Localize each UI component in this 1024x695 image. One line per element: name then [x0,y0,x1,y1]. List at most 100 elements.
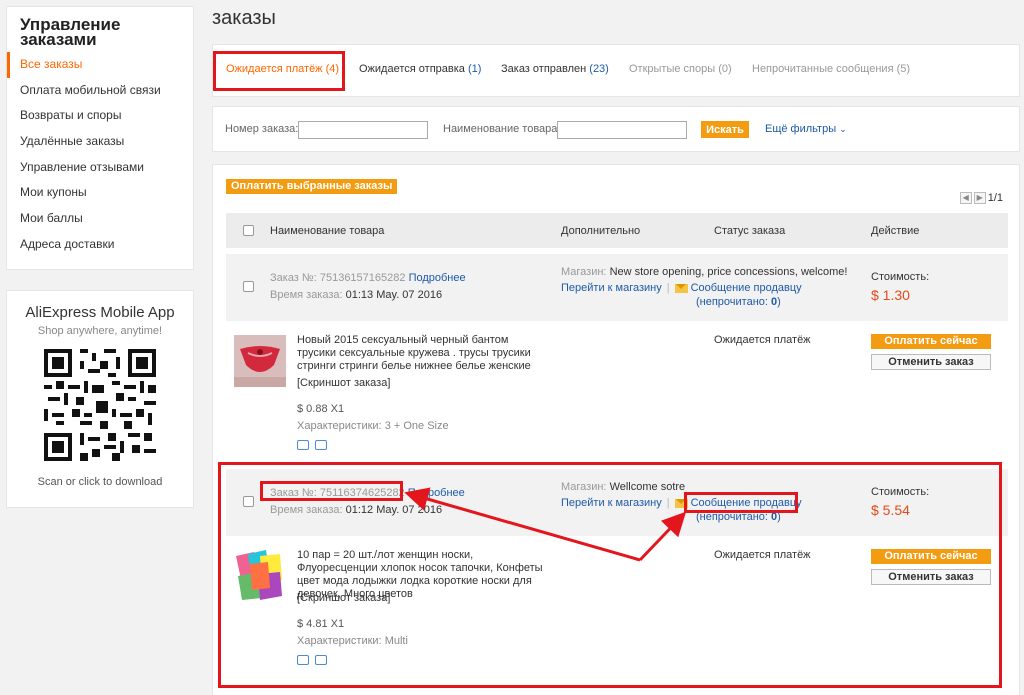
prev-page-icon[interactable]: ◀ [959,192,972,204]
pay-now-button[interactable]: Оплатить сейчас [871,549,991,564]
product-icons [297,655,327,665]
column-product: Наименование товара [270,225,385,237]
sidebar-item-all-orders[interactable]: Все заказы [7,52,193,78]
product-title[interactable]: Новый 2015 сексуальный черный бантом тру… [297,334,547,373]
tab-shipped[interactable]: Заказ отправлен (23) [501,63,609,75]
tab-count: (5) [896,63,911,75]
order-details-link[interactable]: Подробнее [409,272,466,284]
product-characteristics: Характеристики: Multi [297,635,408,647]
sidebar: Управление заказами Все заказы Оплата мо… [6,6,194,270]
sidebar-item-deleted-orders[interactable]: Удалённые заказы [7,129,193,155]
unread-prefix: (непрочитано: [696,296,768,308]
page-indicator: 1/1 [987,192,1003,204]
product-characteristics: Характеристики: 3 + One Size [297,420,449,432]
order-details-link[interactable]: Подробнее [408,487,465,499]
order-checkbox[interactable] [243,281,254,292]
pay-now-button[interactable]: Оплатить сейчас [871,334,991,349]
order-cost: $ 5.54 [871,502,910,518]
order-time: 01:12 May. 07 2016 [345,504,443,516]
next-page-icon[interactable]: ▶ [973,192,986,204]
order-time-line: Время заказа: 01:13 May. 07 2016 [270,289,442,301]
tab-label: Непрочитанные сообщения [752,63,894,75]
sidebar-item-reviews[interactable]: Управление отзывами [7,155,193,181]
go-to-store-link[interactable]: Перейти к магазину [561,282,662,294]
sidebar-title: Управление заказами [7,7,193,52]
order-cost: $ 1.30 [871,287,910,303]
orders-panel: Оплатить выбранные заказы ◀ ▶ 1/1 Наимен… [212,164,1020,695]
order-checkbox[interactable] [243,496,254,507]
sidebar-title-line2: заказами [20,30,97,49]
product-image[interactable] [234,550,286,602]
tab-count: (23) [589,63,609,75]
product-name-input[interactable] [557,121,687,139]
app-title: AliExpress Mobile App [25,304,175,321]
unread-prefix: (непрочитано: [696,511,768,523]
tab-count: (0) [718,63,732,75]
more-filters-link[interactable]: Ещё фильтры ⌄ [765,123,847,135]
tab-unread-messages[interactable]: Непрочитанные сообщения (5) [752,63,910,75]
order-number: 75136157165282 [319,272,406,284]
tab-awaiting-payment[interactable]: Ожидается платёж (4) [226,63,339,75]
order-label: Заказ №: [270,272,317,284]
store-line: Магазин: New store opening, price conces… [561,266,847,278]
order-time-label: Время заказа: [270,289,343,301]
qr-code-icon[interactable] [44,349,156,461]
chars-value: Multi [384,635,408,647]
order-screenshot-link[interactable]: [Скриншот заказа] [297,377,390,389]
sidebar-item-addresses[interactable]: Адреса доставки [7,232,193,258]
sidebar-item-returns-disputes[interactable]: Возвраты и споры [7,103,193,129]
store-name: New store opening, price concessions, we… [609,266,848,278]
unread-suffix: ) [777,511,781,523]
order-item: Новый 2015 сексуальный черный бантом тру… [226,321,1008,463]
store-label: Магазин: [561,266,607,278]
tab-label: Открытые споры [629,63,716,75]
order-status: Ожидается платёж [714,549,811,561]
sidebar-menu: Все заказы Оплата мобильной связи Возвра… [7,52,193,258]
message-seller-link[interactable]: Сообщение продавцу [691,282,802,294]
sidebar-item-points[interactable]: Мои баллы [7,206,193,232]
sidebar-item-mobile-payment[interactable]: Оплата мобильной связи [7,78,193,104]
separator: | [666,497,670,509]
message-seller-link[interactable]: Сообщение продавцу [691,497,802,509]
order-time: 01:13 May. 07 2016 [345,289,443,301]
tab-awaiting-shipment[interactable]: Ожидается отправка (1) [359,63,481,75]
more-filters-label: Ещё фильтры [765,123,837,135]
product-price: $ 4.81 X1 [297,618,345,630]
tab-label: Ожидается платёж [226,63,323,75]
filter-bar: Номер заказа: Наименование товара: Искат… [212,106,1020,152]
pay-selected-button[interactable]: Оплатить выбранные заказы [226,179,398,194]
product-image[interactable] [234,335,286,387]
cancel-order-button[interactable]: Отменить заказ [871,354,991,370]
pagination: ◀ ▶ 1/1 [959,192,1003,204]
store-line: Магазин: Wellcome sotre [561,481,685,493]
envelope-icon [674,283,688,293]
app-download-text[interactable]: Scan or click to download [7,476,193,488]
order-status: Ожидается платёж [714,334,811,346]
store-actions: Перейти к магазину | Сообщение продавцу [561,282,802,294]
unread-count-line: (непрочитано: 0) [696,511,781,523]
order-screenshot-link[interactable]: [Скриншот заказа] [297,592,390,604]
search-button[interactable]: Искать [701,121,749,138]
order-item: 10 пар = 20 шт./лот женщин носки, Флуоре… [226,536,1008,678]
separator: | [666,282,670,294]
tab-count: (4) [325,63,340,75]
table-header: Наименование товара Дополнительно Статус… [226,213,1008,248]
unread-suffix: ) [777,296,781,308]
product-name-label: Наименование товара: [443,123,561,135]
cost-label: Стоимость: [871,271,930,283]
order-number-input[interactable] [298,121,428,139]
sidebar-item-coupons[interactable]: Мои купоны [7,180,193,206]
order-number-line: Заказ №: 75116374625282 Подробнее [270,487,465,499]
go-to-store-link[interactable]: Перейти к магазину [561,497,662,509]
mobile-app-promo[interactable]: AliExpress Mobile App Shop anywhere, any… [6,290,194,508]
product-icons [297,440,327,450]
tab-open-disputes[interactable]: Открытые споры (0) [629,63,732,75]
app-subtitle: Shop anywhere, anytime! [37,325,163,337]
cost-label: Стоимость: [871,486,930,498]
product-price: $ 0.88 X1 [297,403,345,415]
chevron-down-icon: ⌄ [839,124,847,134]
select-all-checkbox[interactable] [243,225,254,236]
cancel-order-button[interactable]: Отменить заказ [871,569,991,585]
order-time-label: Время заказа: [270,504,343,516]
unread-count-line: (непрочитано: 0) [696,296,781,308]
